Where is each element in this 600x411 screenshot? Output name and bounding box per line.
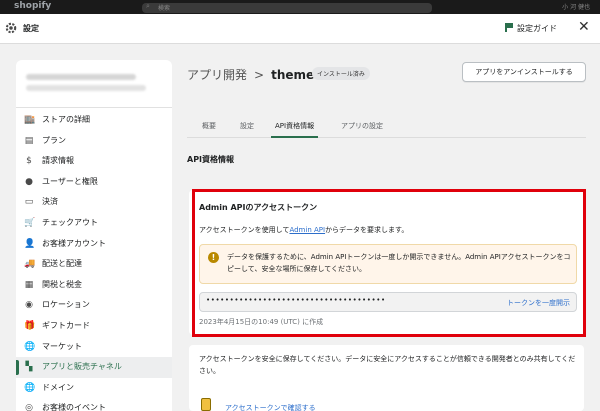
- globe-icon: 🌐: [24, 341, 36, 352]
- sidebar-item-store[interactable]: 🏬 ストアの詳細: [16, 110, 172, 131]
- search-icon: ⌕: [146, 2, 150, 10]
- gear-icon: [5, 22, 17, 34]
- shopify-logo: shopify: [14, 1, 52, 11]
- info-card: アクセストークンを安全に保存してください。データに安全にアクセスすることが信頼で…: [189, 345, 584, 411]
- window-title: 設定: [23, 24, 39, 33]
- sidebar-item-label: マーケット: [42, 341, 82, 351]
- status-badge: インストール済み: [312, 67, 370, 80]
- sidebar-item-globe[interactable]: 🌐 マーケット: [16, 337, 172, 358]
- window-header: 設定 設定ガイド ✕: [0, 14, 600, 44]
- truck-icon: 🚚: [24, 259, 36, 270]
- sidebar-item-truck[interactable]: 🚚 配送と配達: [16, 254, 172, 275]
- sidebar-item-label: ドメイン: [42, 382, 74, 392]
- tax-icon: ▦: [24, 279, 34, 290]
- sidebar-item-cart[interactable]: 🛒 チェックアウト: [16, 213, 172, 234]
- customer-icon: 👤: [24, 238, 36, 249]
- sidebar-item-domain[interactable]: 🌐 ドメイン: [16, 378, 172, 399]
- sidebar-item-label: お客様アカウント: [42, 238, 106, 248]
- uninstall-app-button[interactable]: アプリをアンインストールする: [462, 62, 586, 82]
- sidebar-item-gift[interactable]: 🎁 ギフトカード: [16, 316, 172, 337]
- sidebar-item-tax[interactable]: ▦ 関税と税金: [16, 275, 172, 296]
- store-name-blurred: [26, 74, 136, 80]
- cart-icon: 🛒: [24, 217, 36, 228]
- payment-icon: ▭: [24, 197, 34, 208]
- billing-icon: $: [26, 156, 32, 167]
- sidebar-item-label: ロケーション: [42, 300, 90, 310]
- sidebar-item-label: 関税と税金: [42, 279, 82, 289]
- tab-bar: 概要 設定 API資格情報 アプリの設定: [187, 113, 586, 138]
- info-text: アクセストークンを安全に保存してください。データに安全にアクセスすることが信頼で…: [199, 355, 576, 375]
- sidebar-item-event[interactable]: ◎ お客様のイベント: [16, 398, 172, 411]
- sidebar-item-customer[interactable]: 👤 お客様アカウント: [16, 234, 172, 255]
- sidebar-item-label: ギフトカード: [42, 320, 90, 330]
- sidebar-item-label: お客様のイベント: [42, 403, 106, 411]
- sidebar-item-label: 決済: [42, 197, 58, 207]
- top-bar: shopify ⌕ 検索 小 河 健也: [0, 0, 600, 14]
- access-token-link[interactable]: アクセストークンで確認する: [225, 403, 316, 411]
- section-title: API資格情報: [187, 155, 235, 164]
- sidebar-item-label: 配送と配達: [42, 259, 82, 269]
- highlight-annotation-box: [192, 189, 586, 337]
- sidebar-item-user[interactable]: ● ユーザーと権限: [16, 172, 172, 193]
- sidebar-item-label: 請求情報: [42, 156, 74, 166]
- sidebar-nav: 🏬 ストアの詳細 ▤ プラン $ 請求情報 ● ユーザーと権限 ▭ 決済 🛒 チェックアウト 👤 お客様ア…: [16, 110, 172, 411]
- user-icon: ●: [25, 176, 33, 187]
- breadcrumb: アプリ開発 > themekit: [187, 66, 332, 83]
- search-input[interactable]: ⌕ 検索: [142, 2, 432, 13]
- search-placeholder: 検索: [158, 5, 171, 12]
- plan-icon: ▤: [24, 135, 34, 146]
- sidebar-item-apps[interactable]: ▚ アプリと販売チャネル: [16, 357, 172, 378]
- sidebar-item-plan[interactable]: ▤ プラン: [16, 131, 172, 152]
- apps-icon: ▚: [25, 362, 33, 373]
- sidebar-item-label: プラン: [42, 135, 66, 145]
- sidebar-item-billing[interactable]: $ 請求情報: [16, 151, 172, 172]
- settings-sidebar: 🏬 ストアの詳細 ▤ プラン $ 請求情報 ● ユーザーと権限 ▭ 決済 🛒 チェックアウト 👤 お客様ア…: [16, 60, 172, 411]
- sidebar-item-location[interactable]: ◉ ロケーション: [16, 295, 172, 316]
- setup-guide-label: 設定ガイド: [517, 24, 557, 33]
- close-button[interactable]: ✕: [578, 20, 590, 34]
- user-menu[interactable]: 小 河 健也: [562, 2, 590, 11]
- sidebar-item-label: ストアの詳細: [42, 115, 90, 124]
- tab-settings[interactable]: 設定: [240, 121, 254, 131]
- setup-guide-button[interactable]: 設定ガイド: [505, 23, 557, 34]
- tab-app-settings[interactable]: アプリの設定: [341, 121, 383, 131]
- tab-overview[interactable]: 概要: [202, 121, 216, 131]
- sidebar-item-payment[interactable]: ▭ 決済: [16, 192, 172, 213]
- flag-icon: [505, 23, 513, 32]
- event-icon: ◎: [25, 403, 33, 411]
- breadcrumb-parent[interactable]: アプリ開発: [187, 68, 247, 82]
- location-icon: ◉: [25, 300, 33, 311]
- breadcrumb-separator: >: [254, 68, 265, 82]
- sidebar-divider: [16, 107, 172, 108]
- store-url-blurred: [26, 85, 146, 91]
- lock-icon: [201, 398, 211, 411]
- domain-icon: 🌐: [24, 382, 36, 393]
- store-icon: 🏬: [24, 115, 36, 125]
- sidebar-item-label: チェックアウト: [42, 217, 98, 227]
- tab-api-credentials[interactable]: API資格情報: [270, 121, 319, 138]
- gift-icon: 🎁: [24, 320, 36, 331]
- sidebar-item-label: アプリと販売チャネル: [42, 362, 122, 372]
- sidebar-item-label: ユーザーと権限: [42, 176, 98, 186]
